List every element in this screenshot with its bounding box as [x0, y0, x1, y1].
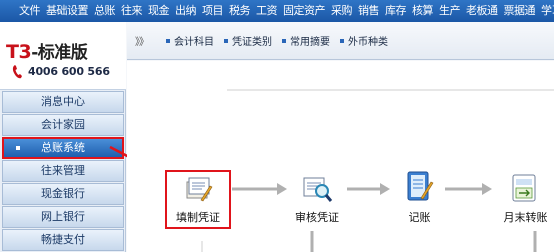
menu-cash[interactable]: 现金 — [145, 0, 172, 22]
logo-area: T3-标准版 4006 600 566 — [0, 22, 126, 90]
menu-general-ledger[interactable]: 总账 — [91, 0, 118, 22]
flow-node-review-voucher[interactable]: 审核凭证 — [287, 172, 347, 227]
review-voucher-icon — [303, 177, 333, 202]
sidebar-item-online-bank[interactable]: 网上银行 — [2, 206, 124, 228]
menu-cashier[interactable]: 出纳 — [172, 0, 199, 22]
flow-node-label: 月末转账 — [503, 211, 548, 224]
sidebar-item-cash-bank[interactable]: 现金银行 — [2, 183, 124, 205]
top-menu-bar: 文件 基础设置 总账 往来 现金 出纳 项目 税务 工资 固定资产 采购 销售 … — [0, 0, 554, 22]
toolbar-common-summaries[interactable]: 常用摘要 — [282, 33, 330, 48]
bullet-icon — [282, 38, 286, 43]
collapse-chevron-icon[interactable]: 》》 — [135, 33, 149, 48]
flow-node-label: 记账 — [408, 211, 431, 224]
menu-inventory[interactable]: 库存 — [382, 0, 409, 22]
sidebar-item-accounting-home[interactable]: 会计家园 — [2, 114, 124, 136]
toolbar-account-subjects[interactable]: 会计科目 — [166, 33, 214, 48]
bookkeeping-icon — [407, 171, 434, 201]
sidebar: T3-标准版 4006 600 566 消息中心 会计家园 总账系统 往来管理 … — [0, 22, 126, 252]
menu-purchase[interactable]: 采购 — [328, 0, 355, 22]
support-phone: 4006 600 566 — [28, 65, 110, 78]
fill-voucher-icon — [186, 177, 213, 202]
menu-project[interactable]: 项目 — [199, 0, 226, 22]
menu-fixed-assets[interactable]: 固定资产 — [280, 0, 328, 22]
toolbar-item-label: 外币种类 — [348, 37, 388, 48]
phone-icon — [12, 65, 22, 79]
menu-accounting[interactable]: 核算 — [409, 0, 436, 22]
toolbar-item-label: 常用摘要 — [290, 37, 330, 48]
menu-learning-center[interactable]: 学习中心 — [538, 0, 554, 22]
sidebar-item-quick-pay[interactable]: 畅捷支付 — [2, 229, 124, 251]
bullet-icon — [224, 38, 228, 43]
bullet-icon — [340, 38, 344, 43]
product-logo: T3-标准版 — [6, 38, 88, 63]
sidebar-item-label: 总账系统 — [41, 141, 85, 154]
menu-production[interactable]: 生产 — [436, 0, 463, 22]
menu-payroll[interactable]: 工资 — [253, 0, 280, 22]
toolbar-item-label: 凭证类别 — [232, 37, 272, 48]
menu-bills[interactable]: 票据通 — [501, 0, 539, 22]
logo-title-text: -标准版 — [31, 43, 88, 63]
toolbar-currency-types[interactable]: 外币种类 — [340, 33, 388, 48]
flow-node-label: 审核凭证 — [295, 211, 339, 224]
flow-node-label: 填制凭证 — [176, 211, 220, 224]
workflow-canvas: 填制凭证 审核凭证 记账 月末转账 — [127, 61, 554, 252]
menu-file[interactable]: 文件 — [16, 0, 43, 22]
active-indicator-icon — [16, 146, 20, 150]
logo-brand: T3 — [6, 41, 32, 63]
menu-boss[interactable]: 老板通 — [463, 0, 501, 22]
flow-node-fill-voucher[interactable]: 填制凭证 — [167, 172, 229, 227]
sidebar-nav: 消息中心 会计家园 总账系统 往来管理 现金银行 网上银行 畅捷支付 — [2, 91, 124, 252]
function-toolbar: 》》 会计科目 凭证类别 常用摘要 外币种类 — [127, 22, 554, 60]
sidebar-item-message-center[interactable]: 消息中心 — [2, 91, 124, 113]
menu-tax[interactable]: 税务 — [226, 0, 253, 22]
menu-sales[interactable]: 销售 — [355, 0, 382, 22]
flow-node-month-end-transfer[interactable]: 月末转账 — [497, 170, 554, 228]
menu-transactions[interactable]: 往来 — [118, 0, 145, 22]
toolbar-voucher-types[interactable]: 凭证类别 — [224, 33, 272, 48]
menu-basic-settings[interactable]: 基础设置 — [43, 0, 91, 22]
flow-node-bookkeeping[interactable]: 记账 — [392, 168, 447, 228]
month-end-transfer-icon — [512, 174, 536, 202]
toolbar-item-label: 会计科目 — [174, 37, 214, 48]
sidebar-item-general-ledger[interactable]: 总账系统 — [2, 137, 124, 159]
sidebar-item-ar-ap[interactable]: 往来管理 — [2, 160, 124, 182]
bullet-icon — [166, 38, 170, 43]
